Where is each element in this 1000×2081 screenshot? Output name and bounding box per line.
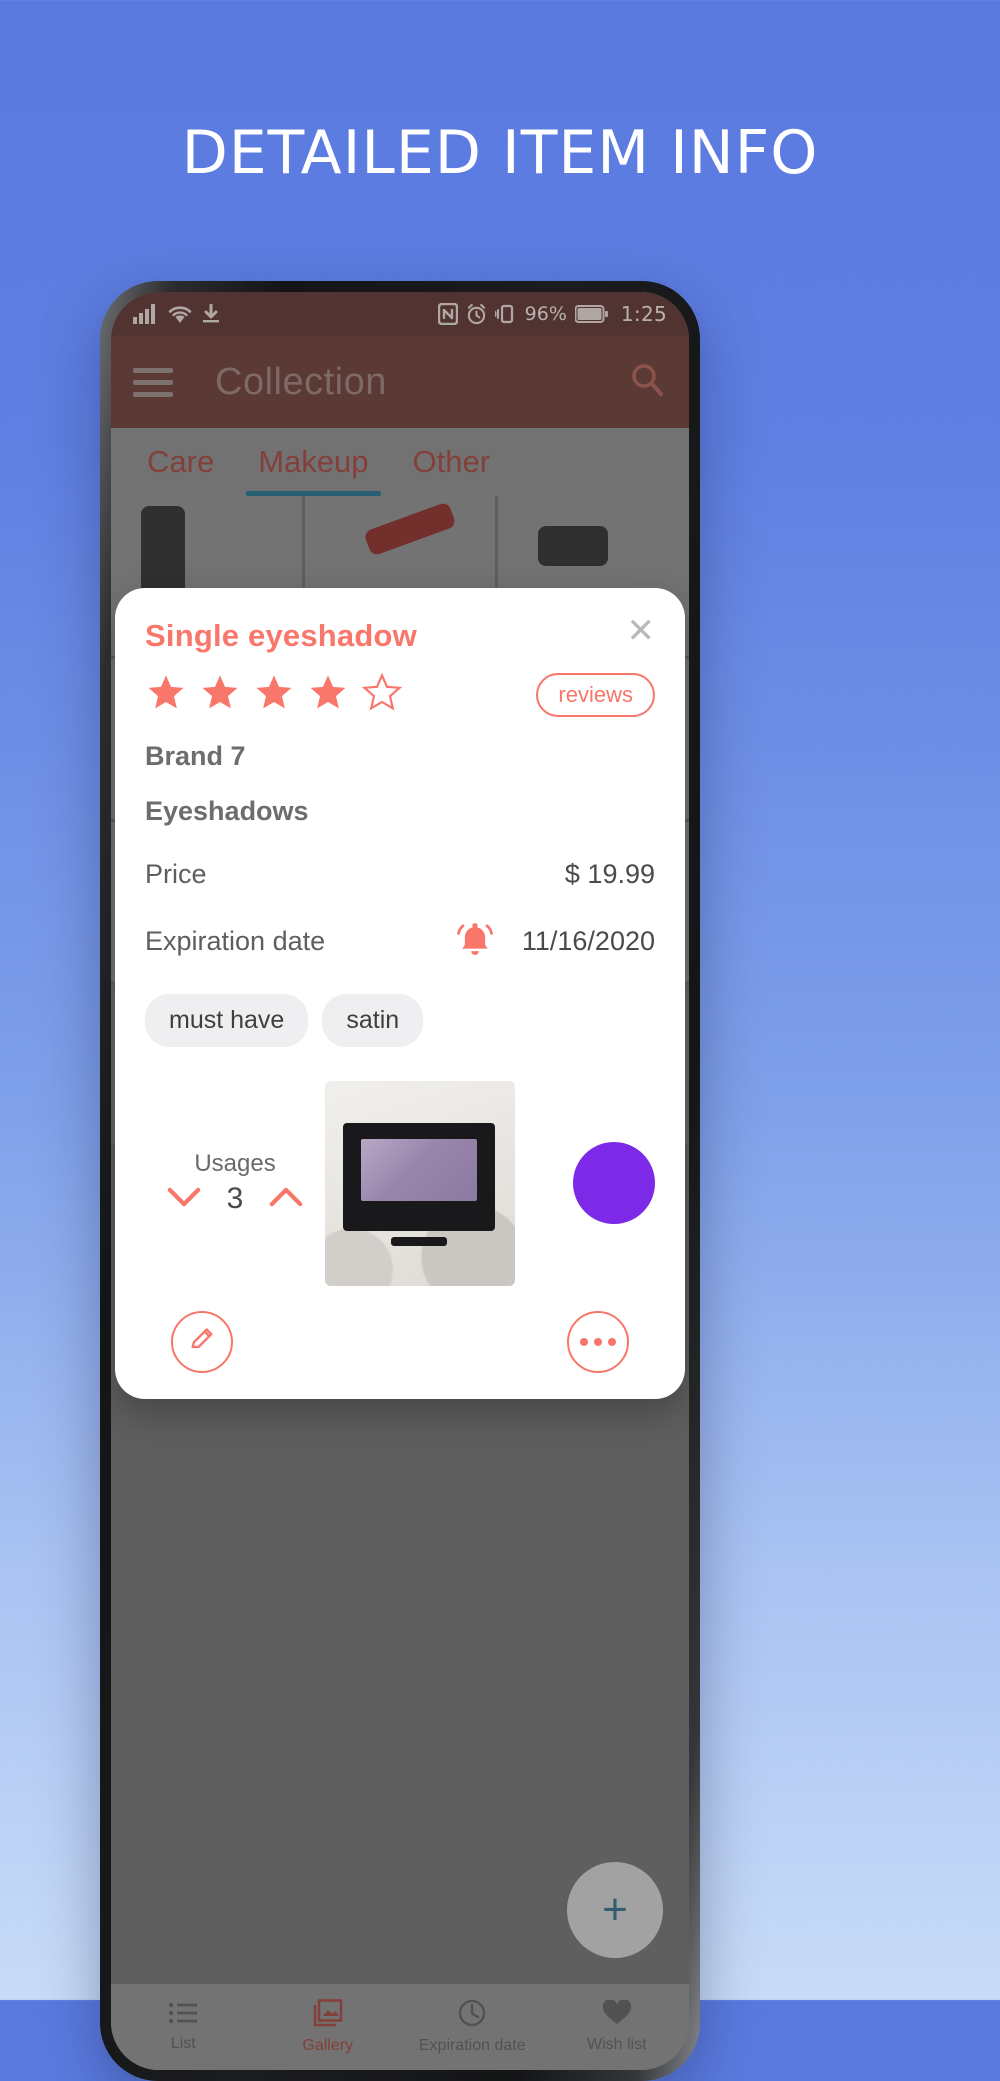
expiration-row: Expiration date 11/16/2020 bbox=[145, 922, 655, 960]
pencil-icon bbox=[188, 1326, 216, 1359]
phone-screen: 96% 1:25 Collection Care Makeup Other + … bbox=[111, 292, 689, 2070]
star-icon[interactable] bbox=[145, 672, 187, 717]
tag-list: must have satin bbox=[145, 994, 655, 1047]
edit-button[interactable] bbox=[171, 1311, 233, 1373]
phone-frame: 96% 1:25 Collection Care Makeup Other + … bbox=[100, 281, 700, 2081]
tag-chip[interactable]: satin bbox=[322, 994, 424, 1047]
media-row: Usages 3 bbox=[145, 1077, 655, 1289]
dialog-header: Single eyeshadow ✕ bbox=[145, 614, 656, 654]
price-value: $ 19.99 bbox=[564, 859, 655, 889]
more-options-button[interactable] bbox=[567, 1311, 629, 1373]
alarm-bell-icon[interactable] bbox=[456, 922, 494, 960]
star-icon[interactable] bbox=[307, 672, 349, 717]
item-detail-dialog: Single eyeshadow ✕ reviews Brand 7 Eyesh… bbox=[115, 588, 685, 1399]
reviews-button[interactable]: reviews bbox=[536, 672, 655, 717]
usages-counter: Usages 3 bbox=[145, 1150, 325, 1216]
page-title: DETAILED ITEM INFO bbox=[181, 118, 819, 188]
more-dots-icon bbox=[580, 1338, 616, 1346]
close-icon[interactable]: ✕ bbox=[627, 614, 656, 648]
usages-count: 3 bbox=[226, 1182, 244, 1215]
dialog-actions bbox=[145, 1311, 655, 1373]
star-icon[interactable] bbox=[253, 672, 295, 717]
usages-label: Usages bbox=[194, 1150, 276, 1177]
rating-row: reviews bbox=[145, 672, 655, 717]
chevron-up-icon[interactable] bbox=[269, 1185, 303, 1214]
item-brand: Brand 7 bbox=[145, 741, 246, 771]
chevron-down-icon[interactable] bbox=[167, 1185, 201, 1214]
star-icon[interactable] bbox=[199, 672, 241, 717]
tag-chip[interactable]: must have bbox=[145, 994, 309, 1047]
expiration-label: Expiration date bbox=[145, 925, 326, 956]
dialog-title: Single eyeshadow bbox=[145, 618, 417, 653]
star-rating[interactable] bbox=[145, 672, 403, 717]
product-photo[interactable] bbox=[325, 1080, 515, 1286]
expiration-value: 11/16/2020 bbox=[521, 925, 655, 956]
star-icon[interactable] bbox=[361, 672, 403, 717]
price-label: Price bbox=[145, 859, 207, 889]
price-row: Price $ 19.99 bbox=[145, 859, 655, 890]
color-swatch[interactable] bbox=[573, 1142, 655, 1224]
item-category: Eyeshadows bbox=[145, 796, 309, 826]
